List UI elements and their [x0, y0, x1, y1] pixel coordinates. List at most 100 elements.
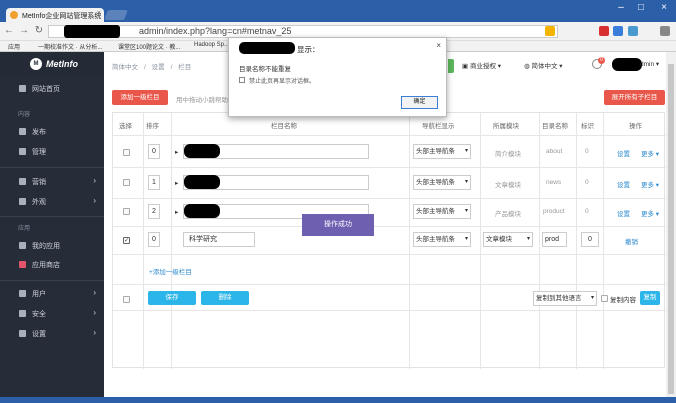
delete-button[interactable]: 删除 — [201, 291, 249, 305]
bookmark-apps[interactable]: 应用 — [8, 42, 20, 51]
marketing-icon — [19, 178, 26, 185]
column-divider — [480, 113, 481, 369]
maximize-icon[interactable]: □ — [632, 0, 650, 16]
sidebar-item-label: 发布 — [32, 129, 46, 136]
cube-icon — [19, 261, 26, 268]
close-window-icon[interactable]: × — [652, 0, 676, 16]
sidebar-item-appearance[interactable]: 外观 › — [0, 195, 104, 209]
row-divider — [113, 167, 666, 168]
mark-input[interactable]: 0 — [581, 232, 599, 247]
column-divider — [171, 113, 172, 369]
add-column-button[interactable]: 添加一级栏目 — [112, 90, 168, 105]
nav-select[interactable]: 头部主导航条 ▾ — [413, 175, 471, 190]
sort-input[interactable]: 0 — [148, 232, 160, 247]
header-module: 所属模块 — [493, 123, 519, 130]
sidebar-item-my-apps[interactable]: 我的应用 — [0, 239, 104, 253]
sidebar-item-app-store[interactable]: 应用商店 — [0, 258, 104, 272]
column-name-input[interactable]: 科学研究 — [183, 232, 255, 247]
sidebar-item-security[interactable]: 安全 › — [0, 307, 104, 321]
breadcrumb-item[interactable]: 栏目 — [178, 64, 191, 71]
nav-select[interactable]: 头部主导航条 ▾ — [413, 204, 471, 219]
breadcrumb-item[interactable]: 设置 — [152, 64, 165, 71]
redaction — [184, 144, 220, 158]
sidebar-item-users[interactable]: 用户 › — [0, 287, 104, 301]
mark-text: 0 — [585, 208, 589, 215]
sidebar-item-label: 应用商店 — [32, 262, 60, 269]
sort-input[interactable]: 1 — [148, 175, 160, 190]
forward-icon[interactable]: → — [18, 25, 30, 37]
suppress-checkbox[interactable] — [239, 77, 245, 83]
star-icon[interactable] — [545, 26, 555, 36]
reload-icon[interactable]: ↻ — [33, 25, 45, 37]
sort-input[interactable]: 2 — [148, 204, 160, 219]
dialog-title: 显示： — [297, 45, 320, 54]
metinfo-logo-icon: M — [30, 58, 42, 70]
sidebar-group-content: 内容 — [18, 112, 31, 118]
expand-all-button[interactable]: 展开所有子栏目 — [604, 90, 665, 105]
select-all-checkbox[interactable] — [123, 296, 130, 303]
row-checkbox[interactable] — [123, 149, 130, 156]
dir-input[interactable]: prod — [542, 232, 567, 247]
row-checkbox-checked[interactable]: ✓ — [123, 237, 130, 244]
undo-link[interactable]: 撤销 — [625, 236, 638, 246]
language-menu[interactable]: ◍ 简体中文 ▾ — [524, 60, 563, 70]
user-menu[interactable]: dmin ▾ — [640, 60, 659, 68]
extension-icon[interactable] — [613, 26, 623, 36]
business-auth-menu[interactable]: ▣ 商业授权 ▾ — [462, 60, 501, 70]
scrollbar[interactable] — [666, 52, 676, 397]
user-icon — [19, 290, 26, 297]
bookmark-2[interactable]: 课堂区100题论文 · 教... — [118, 42, 180, 51]
sort-input[interactable]: 0 — [148, 144, 160, 159]
save-button[interactable]: 保存 — [148, 291, 196, 305]
redaction — [612, 58, 642, 71]
browser-tab[interactable]: MetInfo企业网站管理系统 × — [6, 8, 104, 22]
back-icon[interactable]: ← — [3, 25, 15, 37]
more-link[interactable]: 更多 ▾ — [641, 148, 659, 158]
sidebar-item-label: 营销 — [32, 179, 46, 186]
apps-icon — [19, 242, 26, 249]
home-icon — [19, 85, 26, 92]
more-link[interactable]: 更多 ▾ — [641, 179, 659, 189]
green-tab[interactable] — [448, 59, 454, 73]
settings-link[interactable]: 设置 — [617, 208, 630, 218]
module-select[interactable]: 文章模块 ▾ — [483, 232, 533, 247]
appearance-icon — [19, 198, 26, 205]
ok-button[interactable]: 确定 — [401, 96, 438, 109]
nav-select[interactable]: 头部主导航条 ▾ — [413, 232, 471, 247]
sidebar-item-publish[interactable]: 发布 — [0, 125, 104, 139]
close-tab-icon[interactable]: × — [97, 10, 101, 17]
new-tab-button[interactable] — [104, 10, 128, 20]
sidebar-item-home[interactable]: 网站首页 — [0, 82, 104, 96]
redaction — [64, 25, 120, 38]
copy-select-value: 复制到其他语言 — [536, 295, 582, 302]
settings-link[interactable]: 设置 — [617, 179, 630, 189]
sidebar-item-marketing[interactable]: 营销 › — [0, 175, 104, 189]
adblock-icon[interactable] — [599, 26, 609, 36]
caret-down-icon: ▾ — [526, 236, 530, 242]
module-text: 产品模块 — [495, 211, 521, 218]
close-icon[interactable]: × — [436, 41, 441, 50]
brand[interactable]: M MetInfo — [0, 52, 104, 76]
row-checkbox[interactable] — [123, 179, 130, 186]
minimize-icon[interactable]: – — [612, 0, 630, 16]
row-divider — [113, 226, 666, 227]
bookmark-3[interactable]: Hadoop Sp... — [194, 42, 229, 48]
favicon-icon — [10, 11, 18, 19]
notification-badge: 0 — [598, 57, 605, 64]
menu-icon[interactable] — [660, 26, 670, 36]
shield-icon[interactable] — [628, 26, 638, 36]
bookmark-1[interactable]: 一期校准作文 · 从分析... — [38, 42, 102, 51]
row-checkbox[interactable] — [123, 208, 130, 215]
breadcrumb-item[interactable]: 简体中文 — [112, 64, 138, 71]
sidebar-item-manage[interactable]: 管理 — [0, 145, 104, 159]
copy-language-select[interactable]: 复制到其他语言 ▾ — [533, 291, 597, 306]
copy-button[interactable]: 复制 — [640, 291, 660, 305]
sidebar-item-settings[interactable]: 设置 › — [0, 327, 104, 341]
more-link[interactable]: 更多 ▾ — [641, 208, 659, 218]
scrollbar-thumb[interactable] — [668, 64, 674, 394]
add-column-link[interactable]: +添加一级栏目 — [149, 266, 192, 276]
copy-content-checkbox[interactable] — [601, 295, 608, 302]
settings-link[interactable]: 设置 — [617, 148, 630, 158]
nav-select[interactable]: 头部主导航条 ▾ — [413, 144, 471, 159]
copy-content-label: 复制内容 — [610, 297, 636, 304]
